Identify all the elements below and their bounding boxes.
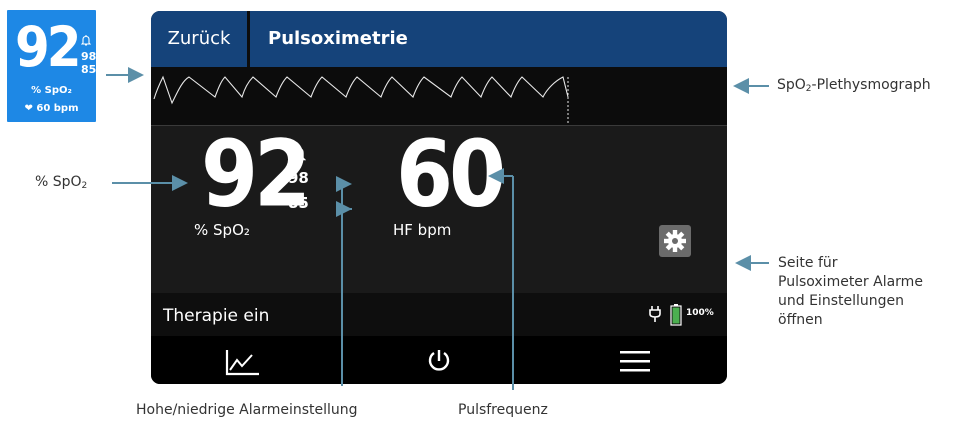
spo2-annotation: % SpO2 xyxy=(35,174,88,191)
settings-annotation: Seite für Pulsoximeter Alarme und Einste… xyxy=(778,255,923,328)
pulse-rate-annotation: Pulsfrequenz xyxy=(458,402,548,418)
callout-arrows xyxy=(106,67,769,390)
alarm-settings-annotation: Hohe/niedrige Alarmeinstellung xyxy=(136,402,358,418)
alarm-arrow xyxy=(341,184,352,386)
pleth-annotation: SpO2-Plethysmograph xyxy=(777,77,931,94)
